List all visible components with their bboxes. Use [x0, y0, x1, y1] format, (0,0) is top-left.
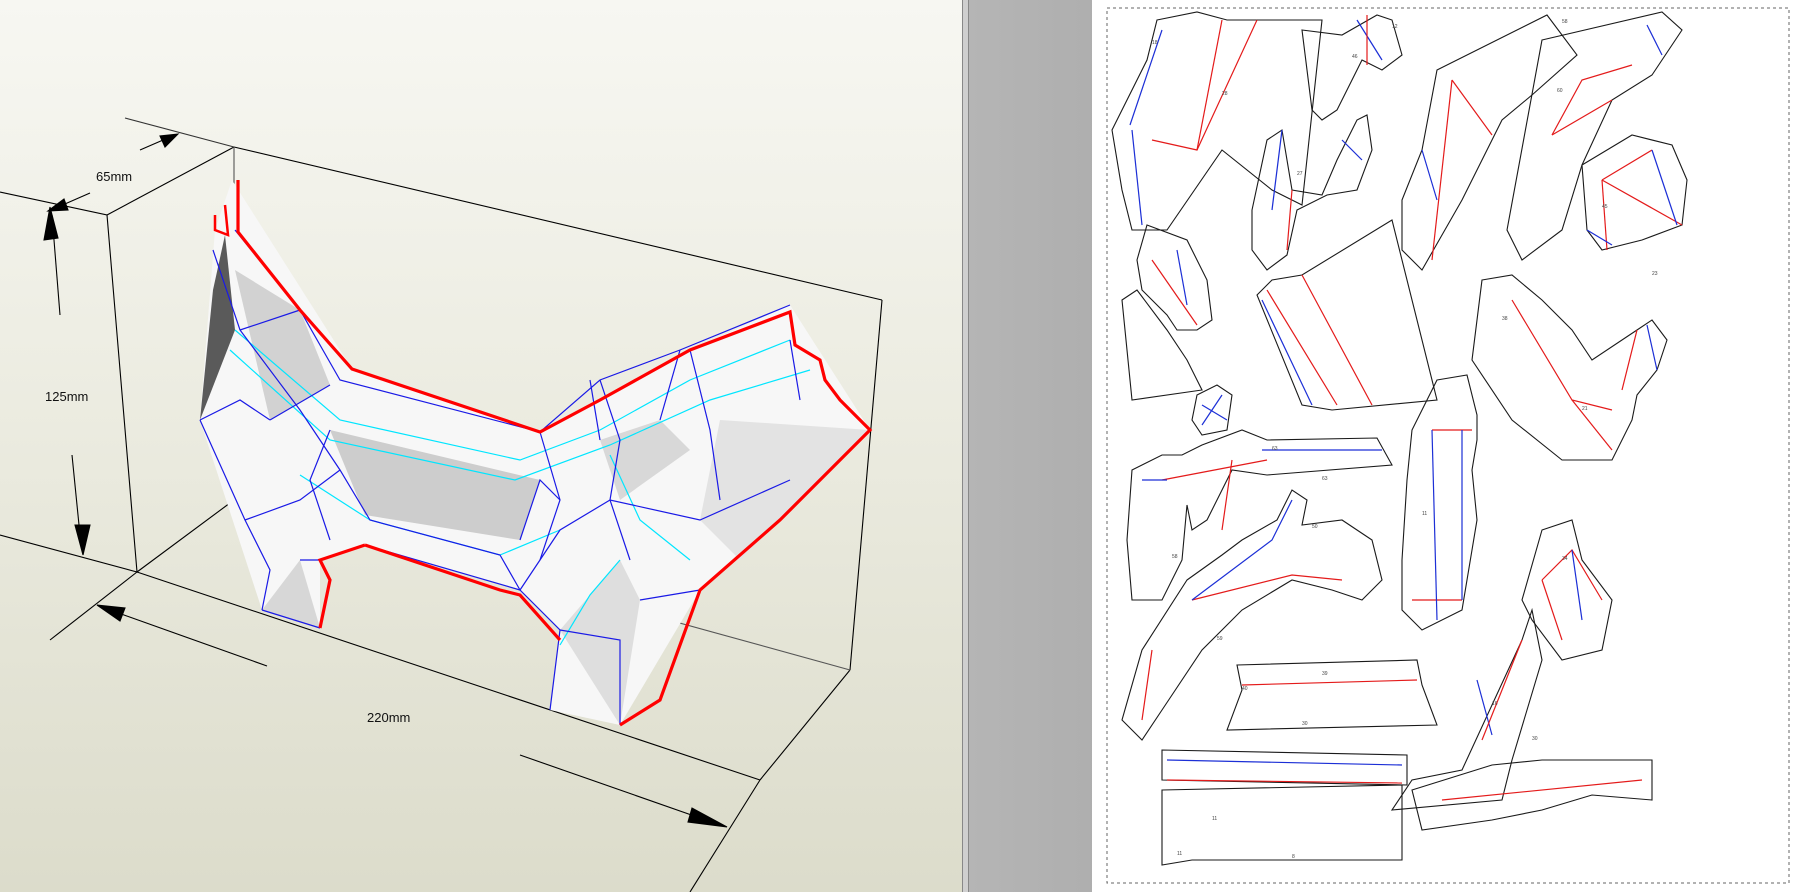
- svg-text:40: 40: [1242, 686, 1248, 692]
- svg-text:59: 59: [1217, 636, 1223, 642]
- pattern-sheet[interactable]: 18 28 27 46 12 60 58 45 23 38 21 11 58 59 50 63 63 3…: [1092, 0, 1795, 892]
- model-3d-view[interactable]: 65mm 125mm 220mm: [0, 0, 963, 892]
- pattern-part: [1226, 659, 1438, 731]
- svg-text:27: 27: [1297, 171, 1303, 177]
- pattern-part: [1136, 224, 1213, 331]
- pattern-part: [1126, 429, 1393, 601]
- pattern-canvas[interactable]: 18 28 27 46 12 60 58 45 23 38 21 11 58 59 50 63 63 3…: [1092, 0, 1795, 892]
- svg-text:18: 18: [1152, 40, 1158, 46]
- svg-text:39: 39: [1322, 671, 1328, 677]
- pattern-part: [1161, 749, 1408, 786]
- pattern-part: [1521, 519, 1613, 661]
- svg-text:34: 34: [1562, 556, 1568, 562]
- svg-text:60: 60: [1557, 88, 1563, 94]
- pattern-part: [1121, 289, 1203, 401]
- svg-text:46: 46: [1352, 54, 1358, 60]
- svg-text:30: 30: [1302, 721, 1308, 727]
- svg-text:45: 45: [1602, 204, 1608, 210]
- svg-text:11: 11: [1422, 511, 1427, 517]
- pattern-part: [1191, 384, 1233, 436]
- svg-text:58: 58: [1562, 19, 1568, 25]
- view-splitter[interactable]: [962, 0, 969, 892]
- pattern-edge-ids: 18 28 27 46 12 60 58 45 23 38 21 11 58 59 50 63 63 3…: [1152, 19, 1658, 860]
- svg-text:11: 11: [1177, 851, 1182, 857]
- svg-text:38: 38: [1502, 316, 1508, 322]
- svg-text:58: 58: [1172, 554, 1178, 560]
- width-dimension-label: 220mm: [367, 710, 411, 725]
- svg-text:11: 11: [1212, 816, 1217, 822]
- svg-text:16: 16: [1492, 701, 1498, 707]
- page-border: [1106, 7, 1790, 884]
- pattern-part: [1401, 14, 1578, 271]
- pattern-part: [1111, 11, 1323, 231]
- pattern-2d-view[interactable]: 18 28 27 46 12 60 58 45 23 38 21 11 58 59 50 63 63 3…: [969, 0, 1795, 892]
- svg-text:30: 30: [1532, 736, 1538, 742]
- depth-dimension-label: 65mm: [96, 169, 133, 184]
- pattern-part: [1390, 607, 1543, 811]
- pattern-part: [1251, 114, 1373, 271]
- svg-text:12: 12: [1392, 24, 1398, 30]
- svg-text:50: 50: [1312, 524, 1318, 530]
- pattern-part: [1256, 219, 1438, 411]
- svg-text:23: 23: [1652, 271, 1658, 277]
- svg-text:63: 63: [1272, 446, 1278, 452]
- pattern-part: [1401, 374, 1478, 631]
- pattern-part: [1471, 274, 1668, 461]
- pattern-part: [1506, 11, 1683, 261]
- svg-text:8: 8: [1292, 854, 1295, 860]
- model-3d-canvas[interactable]: [0, 0, 962, 892]
- svg-text:21: 21: [1582, 406, 1588, 412]
- height-dimension-label: 125mm: [45, 389, 89, 404]
- pattern-part: [1581, 134, 1688, 251]
- pattern-part: [1161, 784, 1403, 866]
- svg-text:28: 28: [1222, 91, 1228, 97]
- pattern-part: [1411, 759, 1653, 831]
- svg-text:63: 63: [1322, 476, 1328, 482]
- pattern-part: [1121, 489, 1383, 741]
- model-mesh[interactable]: [199, 180, 873, 727]
